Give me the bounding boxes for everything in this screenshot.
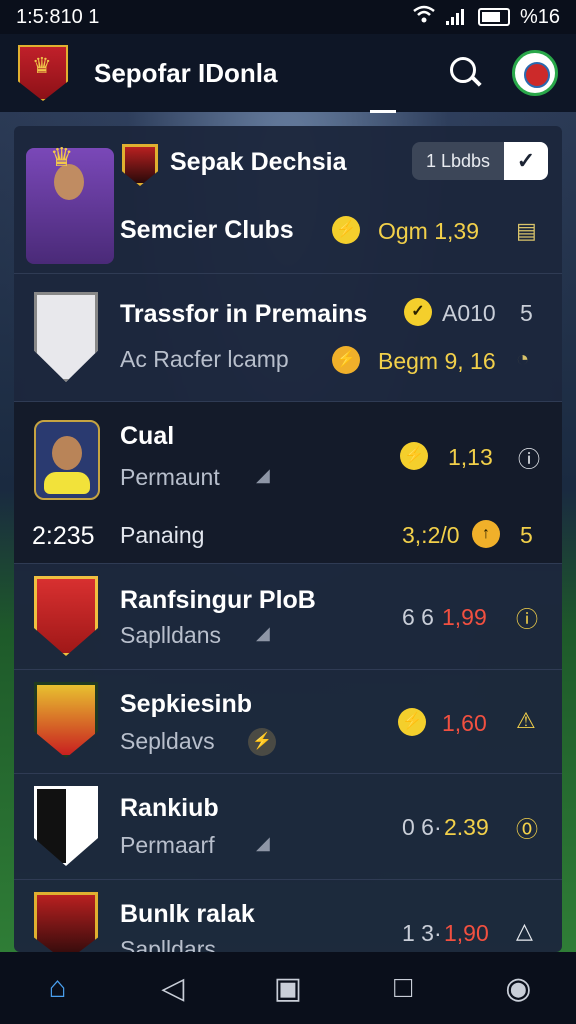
player-avatar — [34, 420, 100, 500]
status-time: 1:5:810 1 — [16, 5, 100, 28]
check-icon: ✓ — [504, 142, 548, 180]
row-value: Ogm 1,39 — [378, 218, 479, 244]
club-title: Sepak Dechsia — [170, 148, 347, 176]
row-value: A010 — [442, 300, 496, 326]
player-avatar — [26, 142, 114, 264]
coin-icon: ⚡ — [332, 346, 360, 374]
row-subtitle: Saplldans — [120, 622, 222, 648]
square-icon[interactable]: □ — [383, 968, 423, 1008]
battery-percent: %16 — [519, 5, 560, 28]
search-icon[interactable] — [446, 53, 486, 93]
bag-icon[interactable]: ▣ — [268, 968, 308, 1008]
club-list: Sepak Dechsia 1 Lbdbs ✓ Semcier Clubs ⚡ … — [14, 126, 562, 952]
row-trailing: 5 — [520, 522, 533, 548]
row-title: Trassfor in Premains — [120, 300, 368, 328]
row-title: Sepkiesinb — [120, 690, 252, 718]
team-crest-icon[interactable] — [18, 45, 68, 101]
row-title: Rankiub — [120, 794, 219, 822]
filter-toggle[interactable]: 1 Lbdbs ✓ — [412, 142, 548, 180]
row-value: 1,90 — [444, 920, 489, 946]
row-subtitle: Saplldars — [120, 936, 216, 952]
row-subtitle: Permaarf — [120, 832, 215, 858]
row-title: Ranfsingur PloB — [120, 586, 316, 614]
row-value: 1,99 — [442, 604, 487, 630]
list-item[interactable]: Ranfsingur PloB Saplldans ◢ 6 6 1,99 ⓘ — [14, 564, 562, 670]
list-item[interactable]: Cual Permaunt ◢ ⚡ 1,13 ⓘ 2:235 Panaing 3… — [14, 402, 562, 564]
row-value-2: 3,:2/0 — [402, 522, 460, 548]
header-indicator — [370, 110, 396, 113]
row-value-tail: 5 — [520, 300, 533, 326]
list-item[interactable]: Bunlk ralak Saplldars 1 3· 1,90 △ — [14, 880, 562, 952]
row-title: Cual — [120, 422, 175, 450]
row-title: Bunlk ralak — [120, 900, 255, 928]
coin-icon: ⚡ — [398, 708, 426, 736]
row-value-prefix: 0 6· — [402, 814, 442, 840]
profile-avatar-icon[interactable] — [512, 50, 558, 96]
row-value-prefix: 6 6 — [402, 604, 434, 630]
warning-icon[interactable]: ⚠ — [516, 708, 536, 734]
club-crest-icon — [34, 576, 98, 656]
trophy-icon[interactable]: ▤ — [516, 218, 537, 244]
coin-icon: ↑ — [472, 520, 500, 548]
row-subtitle: Sepldavs — [120, 728, 215, 754]
club-crest-icon — [122, 144, 158, 186]
row-value: 2.39 — [444, 814, 489, 840]
arrow-icon: ◢ — [256, 465, 270, 485]
club-crest-icon — [34, 292, 98, 382]
profile-icon[interactable]: ◉ — [498, 968, 538, 1008]
info-icon[interactable]: ⓘ — [518, 442, 540, 474]
coin-icon: ⚡ — [332, 216, 360, 244]
signal-icon — [445, 9, 468, 25]
list-item[interactable]: Trassfor in Premains ✓ A010 5 Ac Racfer … — [14, 274, 562, 402]
back-icon[interactable]: ◁ — [153, 968, 193, 1008]
bottom-navigation: ⌂ ◁ ▣ □ ◉ — [0, 952, 576, 1024]
club-crest-icon — [34, 892, 98, 952]
arrow-icon: ◢ — [256, 833, 270, 853]
home-icon[interactable]: ⌂ — [38, 968, 78, 1008]
timer-icon[interactable]: ◔ — [516, 346, 529, 372]
row-value: 1,13 — [448, 444, 493, 470]
club-crest-icon — [34, 682, 98, 758]
battery-icon — [477, 8, 510, 26]
row-title: Semcier Clubs — [120, 216, 294, 244]
coin-icon: ⚡ — [400, 442, 428, 470]
row-side-label: 2:235 — [32, 522, 95, 550]
info-icon[interactable]: ⓘ — [516, 602, 538, 634]
club-crest-icon — [34, 786, 98, 866]
app-title: Sepofar IDonla — [94, 57, 278, 88]
arrow-icon: ◢ — [256, 623, 270, 643]
filter-label: 1 Lbdbs — [425, 150, 491, 171]
coin-icon: ⚡ — [248, 728, 276, 756]
wifi-icon — [412, 5, 436, 29]
row-value: Begm 9, 16 — [378, 348, 496, 374]
row-subtitle: Permaunt — [120, 464, 220, 490]
triangle-icon[interactable]: △ — [516, 918, 533, 944]
row-value-prefix: 1 3· — [402, 920, 442, 946]
row-value: 1,60 — [442, 710, 487, 736]
row-subtitle-2: Panaing — [120, 522, 205, 548]
info-icon[interactable]: ⓪ — [516, 812, 538, 844]
coin-icon: ✓ — [404, 298, 432, 326]
list-item[interactable]: Rankiub Permaarf ◢ 0 6· 2.39 ⓪ — [14, 774, 562, 880]
status-bar: 1:5:810 1 %16 — [0, 0, 576, 34]
list-item[interactable]: Sepkiesinb Sepldavs ⚡ ⚡ 1,60 ⚠ — [14, 670, 562, 774]
row-subtitle: Ac Racfer lcamp — [120, 346, 289, 372]
app-header: Sepofar IDonla — [0, 34, 576, 112]
list-item[interactable]: Sepak Dechsia 1 Lbdbs ✓ Semcier Clubs ⚡ … — [14, 126, 562, 274]
